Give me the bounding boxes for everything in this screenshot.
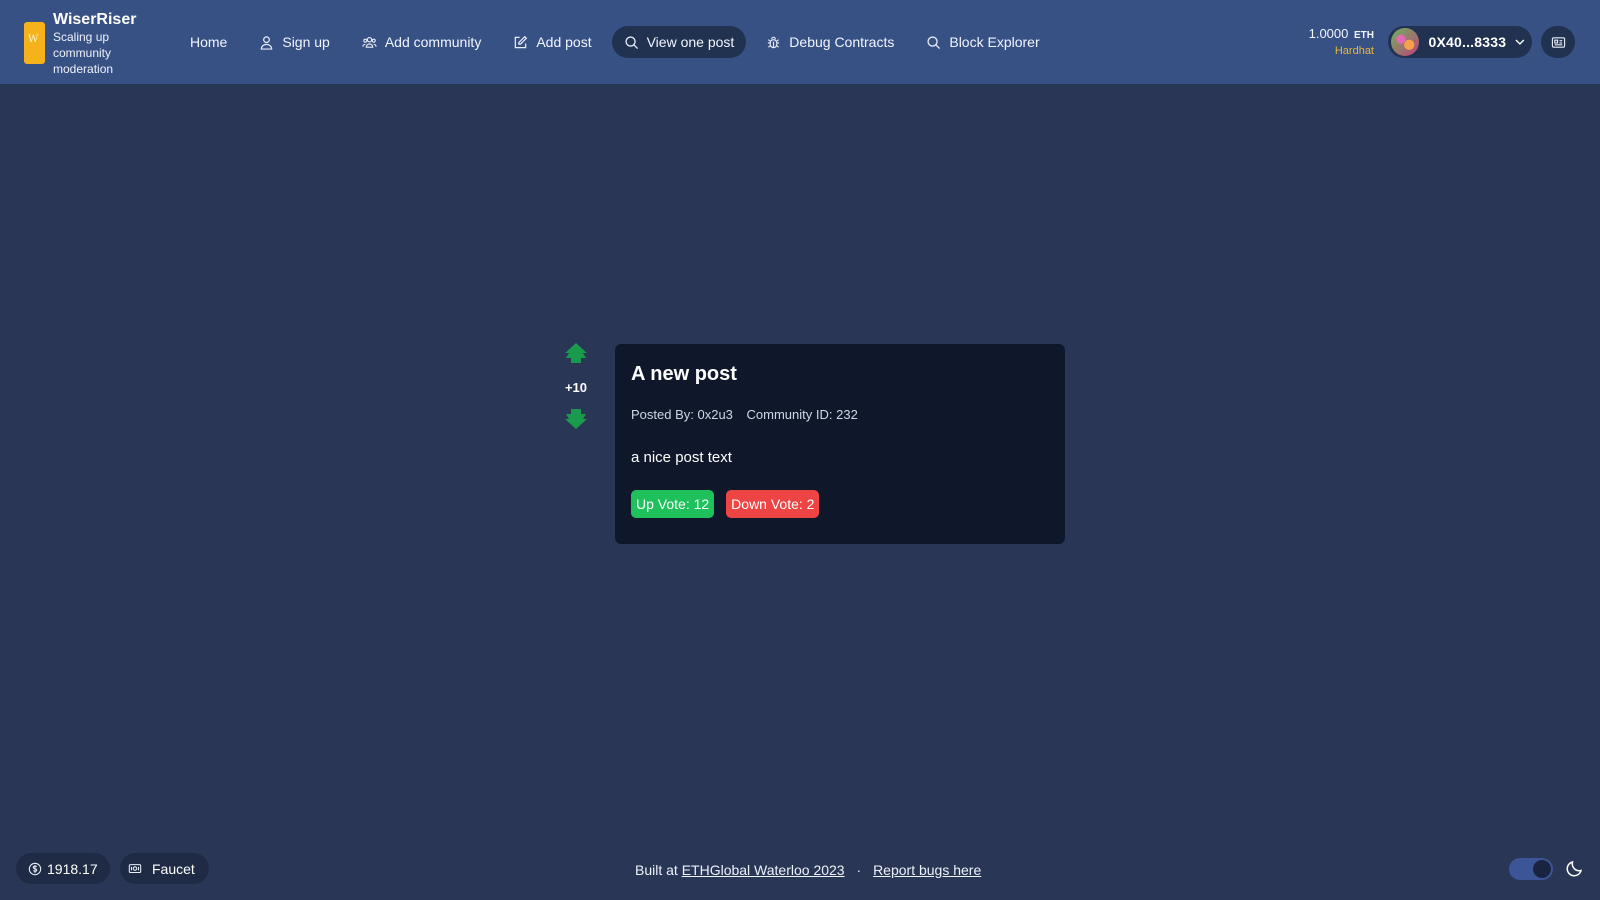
logo: W: [24, 22, 45, 64]
brand[interactable]: W WiserRiser Scaling up community modera…: [24, 10, 145, 77]
edit-icon: [515, 35, 528, 48]
brand-tagline: Scaling up community moderation: [53, 30, 114, 76]
users-icon: [362, 36, 377, 48]
nav-add-post-label: Add post: [536, 34, 592, 50]
user-icon: [261, 35, 273, 50]
nav-block-explorer-label: Block Explorer: [949, 34, 1040, 50]
faucet-button[interactable]: Faucet: [120, 853, 209, 884]
qr-code-button[interactable]: [1541, 26, 1575, 58]
nav-add-post[interactable]: Add post: [501, 26, 603, 58]
built-at-text: Built at: [635, 862, 678, 878]
nav-view-one-post[interactable]: View one post: [611, 26, 747, 58]
nav-home-label: Home: [190, 34, 228, 50]
logo-letter: W: [28, 34, 39, 45]
nav-block-explorer[interactable]: Block Explorer: [914, 26, 1051, 58]
post-community: Community ID: 232: [746, 407, 858, 422]
bug-icon: [768, 36, 780, 48]
faucet-icon: [128, 863, 142, 873]
dollar-icon: [28, 862, 42, 875]
brand-name: WiserRiser: [53, 11, 137, 28]
nav-add-community[interactable]: Add community: [350, 26, 493, 58]
nav-view-one-post-label: View one post: [646, 34, 735, 50]
down-vote-button[interactable]: Down Vote: 2: [726, 490, 820, 518]
search-icon: [624, 35, 638, 49]
nav-debug-contracts[interactable]: Debug Contracts: [754, 26, 906, 58]
post-score: +10: [564, 380, 588, 395]
top-navbar: W WiserRiser Scaling up community modera…: [0, 0, 1600, 84]
upvote-arrow-icon[interactable]: [563, 342, 589, 364]
account-button[interactable]: 0X40...8333: [1388, 26, 1532, 58]
eth-price: 1918.17: [47, 860, 98, 877]
search-icon: [927, 35, 941, 49]
theme-toggle[interactable]: [1509, 858, 1553, 880]
toggle-knob: [1533, 860, 1551, 878]
post-title: A new post: [631, 363, 737, 385]
nav-sign-up-label: Sign up: [282, 34, 330, 50]
eth-price-badge[interactable]: 1918.17: [16, 853, 110, 884]
wallet-balance: 1.0000 ETH Hardhat: [1300, 26, 1374, 58]
balance-value: 1.0000: [1308, 26, 1349, 41]
ethglobal-link[interactable]: ETHGlobal Waterloo 2023: [682, 862, 845, 878]
wallet-address: 0X40...8333: [1428, 34, 1507, 50]
chevron-down-icon: [1515, 39, 1525, 45]
up-vote-button[interactable]: Up Vote: 12: [631, 490, 715, 518]
footer-separator: ·: [856, 862, 862, 878]
moon-icon: [1566, 860, 1583, 877]
nav-home[interactable]: Home: [178, 26, 239, 58]
nav-add-community-label: Add community: [384, 34, 482, 50]
balance-currency: ETH: [1354, 30, 1374, 41]
report-bugs-link[interactable]: Report bugs here: [873, 862, 981, 878]
faucet-label: Faucet: [152, 860, 195, 877]
avatar: [1391, 28, 1419, 56]
balance-amount: 1.0000 ETH: [1300, 26, 1374, 44]
nav-debug-contracts-label: Debug Contracts: [789, 34, 895, 50]
post-author: Posted By: 0x2u3: [631, 407, 733, 422]
downvote-arrow-icon[interactable]: [563, 408, 589, 430]
vote-column: +10: [560, 342, 592, 435]
footer-credits: Built at ETHGlobal Waterloo 2023 · Repor…: [635, 862, 981, 878]
post-body: a nice post text: [631, 449, 732, 466]
nav-sign-up[interactable]: Sign up: [247, 26, 341, 58]
network-name: Hardhat: [1334, 45, 1374, 57]
brand-text: WiserRiser Scaling up community moderati…: [53, 10, 145, 77]
post-card: A new post Posted By: 0x2u3 Community ID…: [615, 344, 1065, 544]
main-nav: Home Sign up Add community Add post View…: [178, 26, 1060, 58]
qr-code-icon: [1551, 36, 1565, 48]
post-meta: Posted By: 0x2u3 Community ID: 232: [631, 407, 1049, 422]
vote-buttons: Up Vote: 12 Down Vote: 2: [631, 490, 1049, 518]
